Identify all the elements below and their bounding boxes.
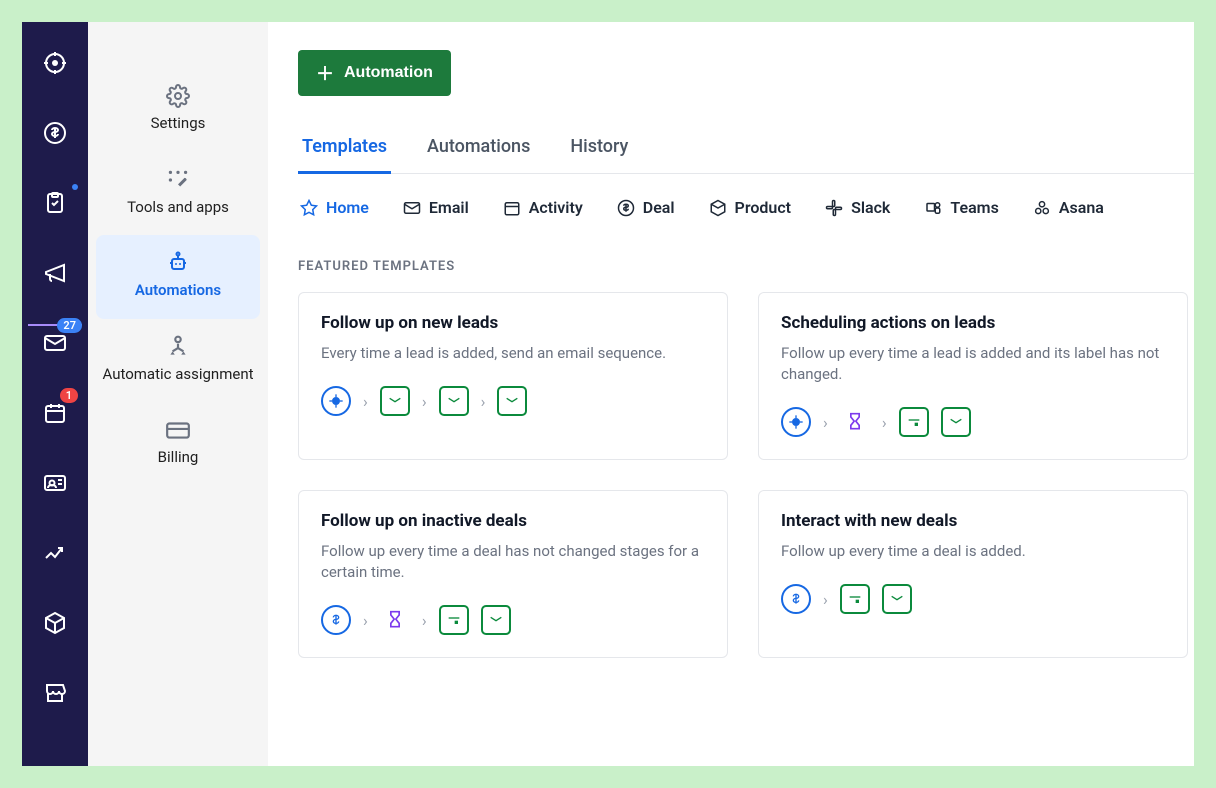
- mail-icon: [497, 386, 527, 416]
- section-heading: FEATURED TEMPLATES: [298, 259, 1194, 274]
- add-automation-button[interactable]: ＋ Automation: [298, 50, 451, 96]
- card-desc: Follow up every time a deal is added.: [781, 541, 1165, 562]
- nav-rail: 27 1: [22, 22, 88, 766]
- hourglass-icon: [840, 407, 870, 437]
- tab-templates[interactable]: Templates: [298, 124, 391, 174]
- filter-email[interactable]: Email: [401, 192, 471, 223]
- chevron-icon: ›: [422, 392, 427, 411]
- main-content: ＋ Automation Templates Automations Histo…: [268, 22, 1194, 766]
- template-card[interactable]: Follow up on new leads Every time a lead…: [298, 292, 728, 460]
- mail-icon: [882, 584, 912, 614]
- chevron-icon: ›: [823, 413, 828, 432]
- template-card[interactable]: Scheduling actions on leads Follow up ev…: [758, 292, 1188, 460]
- robot-icon: [166, 247, 190, 279]
- tab-automations[interactable]: Automations: [423, 124, 534, 173]
- nav-deals[interactable]: [42, 120, 68, 146]
- chevron-icon: ›: [882, 413, 887, 432]
- filter-row: Home Email Activity Deal Product Slack: [298, 192, 1194, 233]
- sidebar-item-tools[interactable]: Tools and apps: [88, 152, 268, 236]
- nav-leads[interactable]: [42, 50, 68, 76]
- filter-activity[interactable]: Activity: [501, 192, 585, 223]
- dollar-icon: [781, 584, 811, 614]
- card-title: Scheduling actions on leads: [781, 313, 1165, 333]
- mail-icon: [380, 386, 410, 416]
- card-icon: [165, 414, 191, 446]
- mail-icon: [439, 386, 469, 416]
- nav-mail[interactable]: 27: [42, 330, 68, 356]
- flow-row: › ›: [781, 407, 1165, 437]
- calendar-icon: [899, 407, 929, 437]
- sidebar-item-billing[interactable]: Billing: [88, 402, 268, 486]
- card-title: Interact with new deals: [781, 511, 1165, 531]
- chevron-icon: ›: [363, 392, 368, 411]
- assignment-icon: [165, 331, 191, 363]
- chevron-icon: ›: [363, 611, 368, 630]
- card-desc: Follow up every time a deal has not chan…: [321, 541, 705, 583]
- template-card[interactable]: Follow up on inactive deals Follow up ev…: [298, 490, 728, 658]
- sidebar-item-assignment[interactable]: Automatic assignment: [88, 319, 268, 403]
- nav-activities[interactable]: 1: [42, 400, 68, 426]
- sidebar-label: Billing: [158, 448, 199, 468]
- nav-products[interactable]: [42, 610, 68, 636]
- settings-sidebar: Settings Tools and apps Automations Auto…: [88, 22, 268, 766]
- card-desc: Every time a lead is added, send an emai…: [321, 343, 705, 364]
- nav-campaigns[interactable]: [42, 260, 68, 286]
- mail-badge: 27: [57, 318, 82, 333]
- nav-insights[interactable]: [42, 540, 68, 566]
- nav-contacts[interactable]: [42, 470, 68, 496]
- view-tabs: Templates Automations History: [298, 124, 1194, 174]
- tools-icon: [165, 164, 191, 196]
- nav-projects[interactable]: [42, 190, 68, 216]
- hourglass-icon: [380, 605, 410, 635]
- flow-row: ›: [781, 584, 1165, 614]
- filter-teams[interactable]: Teams: [922, 192, 1000, 223]
- plus-icon: ＋: [316, 60, 334, 86]
- tab-history[interactable]: History: [566, 124, 632, 173]
- button-label: Automation: [344, 64, 433, 82]
- chevron-icon: ›: [481, 392, 486, 411]
- filter-product[interactable]: Product: [707, 192, 794, 223]
- card-desc: Follow up every time a lead is added and…: [781, 343, 1165, 385]
- template-card[interactable]: Interact with new deals Follow up every …: [758, 490, 1188, 658]
- chevron-icon: ›: [422, 611, 427, 630]
- sidebar-label: Automatic assignment: [102, 365, 253, 385]
- flow-row: › › ›: [321, 386, 705, 416]
- mail-icon: [481, 605, 511, 635]
- sidebar-item-automations[interactable]: Automations: [96, 235, 260, 319]
- target-icon: [321, 386, 351, 416]
- gear-icon: [166, 80, 190, 112]
- app-shell: 27 1 Settings Tools a: [22, 22, 1194, 766]
- sidebar-item-settings[interactable]: Settings: [88, 68, 268, 152]
- filter-slack[interactable]: Slack: [823, 192, 892, 223]
- dollar-icon: [321, 605, 351, 635]
- card-title: Follow up on new leads: [321, 313, 705, 333]
- activities-badge: 1: [60, 388, 78, 403]
- filter-asana[interactable]: Asana: [1031, 192, 1106, 223]
- mail-icon: [941, 407, 971, 437]
- card-title: Follow up on inactive deals: [321, 511, 705, 531]
- calendar-icon: [840, 584, 870, 614]
- sidebar-label: Tools and apps: [127, 198, 229, 218]
- template-grid: Follow up on new leads Every time a lead…: [298, 292, 1194, 658]
- calendar-icon: [439, 605, 469, 635]
- nav-marketplace[interactable]: [42, 680, 68, 706]
- notification-dot: [72, 184, 78, 190]
- target-icon: [781, 407, 811, 437]
- chevron-icon: ›: [823, 590, 828, 609]
- filter-deal[interactable]: Deal: [615, 192, 677, 223]
- sidebar-label: Settings: [151, 114, 206, 134]
- flow-row: › ›: [321, 605, 705, 635]
- filter-home[interactable]: Home: [298, 192, 371, 223]
- sidebar-label: Automations: [135, 281, 221, 301]
